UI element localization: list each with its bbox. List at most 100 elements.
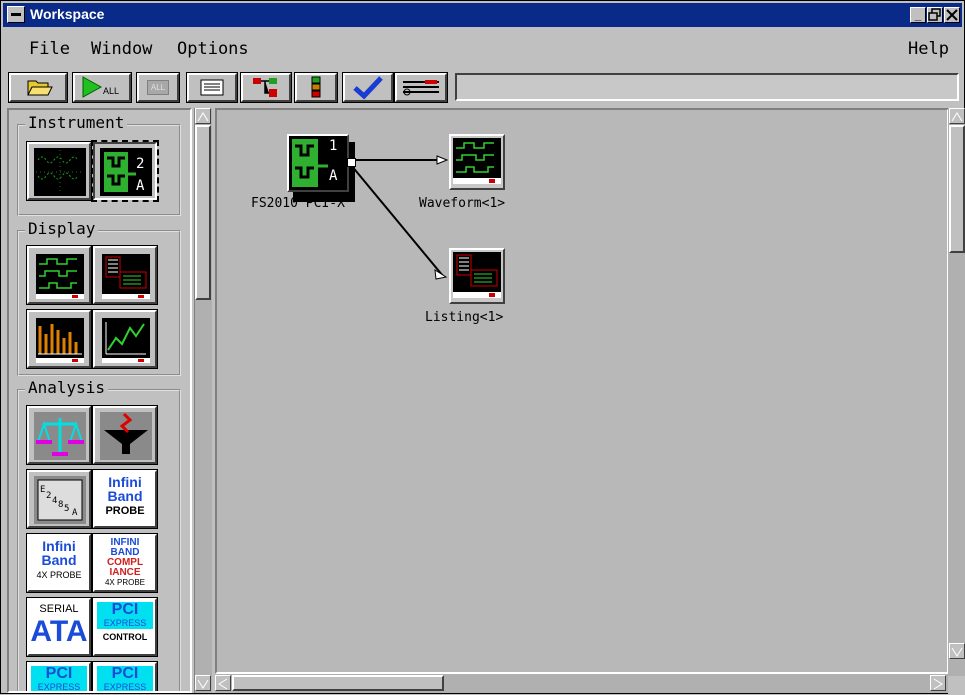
title-bar[interactable]: Workspace _ (3, 3, 962, 27)
stop-all-button: ALL (136, 72, 180, 103)
connect-button[interactable] (240, 72, 292, 103)
svg-text:2: 2 (136, 156, 144, 172)
pci-express-control-icon: PCI EXPRESS CONTROL (95, 600, 155, 654)
svg-text:E: E (40, 485, 45, 495)
pci-express-control-tile[interactable]: PCI EXPRESS CONTROL (92, 597, 158, 657)
menu-options[interactable]: Options (177, 39, 249, 59)
infiniband-4x-probe-tile[interactable]: Infini Band 4X PROBE (26, 533, 92, 593)
probe-module-icon: 2 A (100, 148, 152, 196)
scroll-corner (948, 676, 965, 695)
module-button[interactable] (294, 72, 338, 103)
canvas-horizontal-scrollbar[interactable] (215, 674, 948, 693)
svg-text:2: 2 (46, 491, 51, 501)
serial-ata-line1: SERIAL (39, 603, 79, 615)
minimize-button[interactable]: _ (910, 7, 926, 23)
svg-text:8: 8 (58, 500, 63, 510)
arrow-right-icon (933, 678, 943, 690)
menu-window[interactable]: Window (91, 39, 152, 59)
folder-open-icon (27, 80, 53, 96)
close-button[interactable] (944, 7, 960, 23)
pci-express-tile-a[interactable]: PCI EXPRESS (26, 661, 92, 692)
module-icon (311, 76, 321, 98)
listing-node-label: Listing<1> (425, 310, 504, 325)
stop-all-icon: ALL (147, 80, 169, 95)
infiniband-4x-line3: 4X PROBE (36, 570, 82, 580)
menu-help[interactable]: Help (908, 39, 949, 59)
serial-ata-icon: SERIAL ATA (29, 600, 89, 654)
infiniband-compliance-tile[interactable]: INFINI BAND COMPL IANCE 4X PROBE (92, 533, 158, 593)
scope-grid-icon (34, 148, 86, 196)
infiniband-probe-tile[interactable]: Infini Band PROBE (92, 469, 158, 529)
run-all-button[interactable]: ALL (72, 72, 132, 103)
canvas-horizontal-thumb[interactable] (232, 675, 444, 691)
open-button[interactable] (8, 72, 68, 103)
validate-button[interactable] (342, 72, 394, 103)
palette-scrollbar[interactable] (194, 108, 212, 693)
compare-analysis-tile[interactable] (26, 405, 92, 465)
infiniband-4x-line1: Infini (42, 538, 76, 554)
arrow-up-icon (951, 112, 963, 122)
instrument-probe-tile[interactable]: 2 A (91, 140, 159, 202)
system-menu-button[interactable] (7, 6, 25, 23)
pci-express-tile-b[interactable]: PCI EXPRESS (92, 661, 158, 691)
svg-text:A: A (136, 178, 145, 194)
pci-a-line2: EXPRESS (37, 682, 81, 692)
svg-text:4: 4 (52, 496, 57, 506)
palette-scroll-thumb[interactable] (195, 125, 211, 300)
waveform-node-label: Waveform<1> (419, 196, 506, 211)
tool-palette: Instrument 2 A Display Analysis E 2 4 8 … (7, 108, 192, 693)
pci-a-line1: PCI (45, 665, 73, 682)
canvas-vertical-scrollbar[interactable] (948, 108, 965, 676)
palette-scroll-up-button[interactable] (195, 108, 211, 124)
maximize-button[interactable] (927, 7, 943, 23)
bit-sequence-analysis-tile[interactable]: E 2 4 8 5 A (26, 469, 92, 529)
chart-display-tile[interactable] (92, 309, 158, 369)
toolbar: ALL ALL (3, 69, 962, 105)
pci-control-line1: PCI (111, 601, 139, 618)
tools-icon (403, 80, 439, 96)
output-port[interactable] (347, 158, 356, 167)
pci-control-line2: EXPRESS (103, 618, 147, 628)
window-title: Workspace (30, 6, 105, 22)
menu-file[interactable]: File (29, 39, 70, 59)
canvas-scroll-right-button[interactable] (930, 675, 946, 691)
listing-view-button[interactable] (186, 72, 238, 103)
waveform-node-icon[interactable] (449, 134, 505, 190)
listing-node-icon[interactable] (449, 248, 505, 304)
compliance-line4: IANCE (109, 567, 141, 578)
source-node-label: FS2010 PCI-X (251, 196, 345, 211)
network-icon (253, 78, 277, 97)
play-icon (82, 76, 103, 98)
canvas-scroll-down-button[interactable] (949, 643, 965, 659)
filter-analysis-tile[interactable] (92, 405, 158, 465)
serial-ata-tile[interactable]: SERIAL ATA (26, 597, 92, 657)
pci-control-line3: CONTROL (102, 632, 148, 642)
canvas-scroll-left-button[interactable] (215, 675, 231, 691)
infiniband-4x-line2: Band (41, 552, 77, 568)
infiniband-4x-icon: Infini Band 4X PROBE (29, 536, 89, 590)
listing-display-tile[interactable] (92, 245, 158, 305)
source-node-icon[interactable]: 1 A (287, 134, 349, 192)
workspace-canvas[interactable]: 1 A FS2010 PCI-X Waveform<1> Listing<1> (215, 108, 949, 674)
balance-scale-icon (34, 412, 86, 460)
instrument-label: Instrument (25, 113, 128, 132)
infiniband-probe-line3: PROBE (105, 505, 145, 517)
infiniband-probe-line1: Infini (108, 474, 142, 490)
instrument-analyzer-tile[interactable] (26, 141, 92, 201)
waveform-display-tile[interactable] (26, 245, 92, 305)
settings-button[interactable] (394, 72, 448, 103)
menu-bar: File Window Options Help (3, 31, 962, 63)
bit-sequence-icon: E 2 4 8 5 A (34, 476, 86, 524)
arrow-down-icon (197, 679, 209, 689)
svg-text:5: 5 (64, 504, 69, 514)
workspace-window: Workspace _ File Window Options Help ALL (0, 0, 965, 695)
canvas-scroll-up-button[interactable] (949, 108, 965, 124)
infiniband-probe-icon: Infini Band PROBE (95, 472, 155, 526)
pci-express-a-icon: PCI EXPRESS (29, 664, 89, 692)
list-icon (200, 79, 224, 96)
palette-scroll-down-button[interactable] (195, 675, 211, 691)
histogram-display-tile[interactable] (26, 309, 92, 369)
status-field (455, 73, 959, 101)
analysis-label: Analysis (25, 378, 109, 397)
canvas-vertical-thumb[interactable] (949, 125, 965, 253)
